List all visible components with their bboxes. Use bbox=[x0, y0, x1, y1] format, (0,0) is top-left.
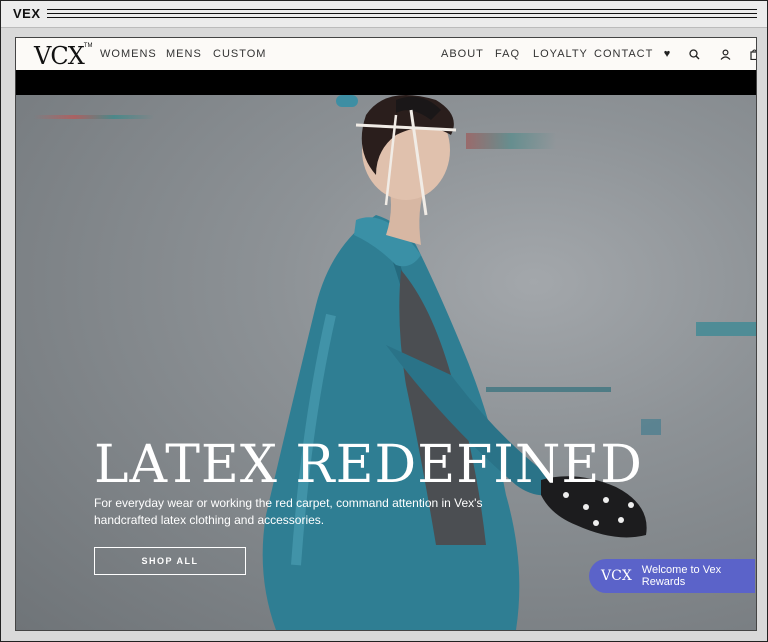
browser-window: VEX VCXTM WOMENS MENS CUSTOM ABOUT FAQ L… bbox=[0, 0, 768, 642]
nav-custom[interactable]: CUSTOM bbox=[213, 48, 266, 60]
announcement-bar bbox=[16, 70, 756, 95]
nav-contact[interactable]: CONTACT bbox=[594, 48, 653, 60]
nav-loyalty[interactable]: LOYALTY bbox=[533, 48, 588, 60]
titlebar-grip[interactable] bbox=[47, 9, 757, 19]
window-title: VEX bbox=[13, 6, 41, 21]
rewards-logo: VCX bbox=[601, 568, 632, 584]
nav-faq[interactable]: FAQ bbox=[495, 48, 520, 60]
hero-banner: LATEX REDEFINED For everyday wear or wor… bbox=[16, 95, 756, 630]
cart-icon[interactable] bbox=[747, 47, 756, 61]
glitch-streak bbox=[696, 322, 756, 336]
search-icon[interactable] bbox=[687, 47, 701, 61]
account-icon[interactable] bbox=[718, 47, 732, 61]
rewards-label: Welcome to Vex Rewards bbox=[641, 564, 722, 588]
site-header: VCXTM WOMENS MENS CUSTOM ABOUT FAQ LOYAL… bbox=[16, 38, 756, 70]
hero-headline: LATEX REDEFINED bbox=[94, 435, 643, 495]
window-titlebar[interactable]: VEX bbox=[1, 1, 767, 28]
rewards-widget-button[interactable]: VCX Welcome to Vex Rewards bbox=[589, 559, 755, 593]
shop-all-button[interactable]: SHOP ALL bbox=[94, 547, 246, 575]
nav-about[interactable]: ABOUT bbox=[441, 48, 484, 60]
nav-womens[interactable]: WOMENS bbox=[100, 48, 157, 60]
model-photo bbox=[262, 95, 647, 630]
nav-mens[interactable]: MENS bbox=[166, 48, 202, 60]
vex-logo[interactable]: VCXTM bbox=[34, 42, 92, 70]
heart-icon[interactable]: ♥ bbox=[660, 47, 674, 61]
hero-subtext: For everyday wear or working the red car… bbox=[94, 496, 483, 527]
page-viewport: VCXTM WOMENS MENS CUSTOM ABOUT FAQ LOYAL… bbox=[15, 37, 757, 631]
glitch-streak bbox=[34, 115, 154, 119]
